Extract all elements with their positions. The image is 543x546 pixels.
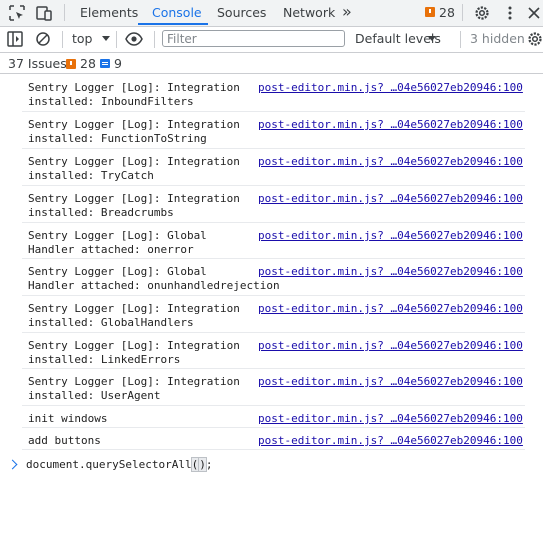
sidebar-toggle-icon[interactable] bbox=[6, 30, 24, 48]
prompt-chevron-icon bbox=[7, 459, 18, 470]
message-source-link[interactable]: post-editor.min.js? …04e56027eb20946:100 bbox=[258, 265, 523, 279]
console-output: Sentry Logger [Log]: Integration install… bbox=[0, 74, 543, 546]
console-message: Sentry Logger [Log]: Integration install… bbox=[22, 368, 525, 406]
prompt-semicolon: ; bbox=[205, 458, 213, 471]
devtools-tabbar: Elements Console Sources Network » 28 bbox=[0, 0, 543, 27]
console-message: Sentry Logger [Log]: Integration install… bbox=[22, 185, 525, 223]
tabbar-divider bbox=[64, 4, 65, 21]
message-text: Sentry Logger [Log]: Integration install… bbox=[28, 192, 240, 219]
console-message: Sentry Logger [Log]: Integration install… bbox=[22, 74, 525, 112]
message-source-link[interactable]: post-editor.min.js? …04e56027eb20946:100 bbox=[258, 339, 523, 353]
warning-issues-count: 28 bbox=[80, 56, 96, 71]
message-source-link[interactable]: post-editor.min.js? …04e56027eb20946:100 bbox=[258, 155, 523, 169]
clear-console-icon[interactable] bbox=[34, 30, 52, 48]
message-source-link[interactable]: post-editor.min.js? …04e56027eb20946:100 bbox=[258, 434, 523, 448]
tab-sources[interactable]: Sources bbox=[217, 5, 266, 20]
console-message: Sentry Logger [Log]: Integration install… bbox=[22, 111, 525, 149]
tab-console[interactable]: Console bbox=[152, 5, 202, 20]
filter-input[interactable] bbox=[162, 30, 345, 47]
warning-icon bbox=[425, 7, 435, 17]
live-expression-eye-icon[interactable] bbox=[125, 30, 143, 48]
info-message-icon bbox=[100, 59, 110, 68]
toolbar-divider bbox=[62, 31, 63, 48]
message-source-link[interactable]: post-editor.min.js? …04e56027eb20946:100 bbox=[258, 412, 523, 426]
levels-dropdown-arrow-icon bbox=[428, 36, 436, 41]
toolbar-divider bbox=[116, 31, 117, 48]
tabbar-divider bbox=[462, 4, 463, 21]
console-settings-gear-icon[interactable] bbox=[526, 30, 543, 48]
message-text: Sentry Logger [Log]: Integration install… bbox=[28, 339, 240, 366]
active-tab-indicator bbox=[138, 23, 208, 25]
message-text: Sentry Logger [Log]: Integration install… bbox=[28, 81, 240, 108]
chevron-down-icon bbox=[102, 36, 110, 41]
close-devtools-icon[interactable] bbox=[525, 4, 543, 22]
warning-issue-icon bbox=[66, 59, 76, 69]
info-issues-count: 9 bbox=[114, 56, 122, 71]
message-source-link[interactable]: post-editor.min.js? …04e56027eb20946:100 bbox=[258, 302, 523, 316]
toolbar-divider bbox=[154, 31, 155, 48]
tab-network[interactable]: Network bbox=[283, 5, 335, 20]
console-message: Sentry Logger [Log]: Integration install… bbox=[22, 295, 525, 333]
message-text: Sentry Logger [Log]: Global Handler atta… bbox=[28, 265, 280, 292]
settings-gear-icon[interactable] bbox=[473, 4, 491, 22]
more-options-icon[interactable] bbox=[501, 4, 519, 22]
issues-count-label: 37 Issues: bbox=[8, 56, 71, 71]
message-text: init windows bbox=[28, 412, 108, 425]
prompt-open-paren: ( bbox=[190, 457, 200, 472]
console-message: Sentry Logger [Log]: Global Handler atta… bbox=[22, 258, 525, 296]
message-source-link[interactable]: post-editor.min.js? …04e56027eb20946:100 bbox=[258, 81, 523, 95]
more-tabs-button[interactable]: » bbox=[342, 2, 352, 21]
inspect-element-icon[interactable] bbox=[8, 4, 26, 22]
context-selector[interactable]: top bbox=[72, 31, 92, 46]
message-text: Sentry Logger [Log]: Integration install… bbox=[28, 302, 240, 329]
hidden-messages-count: 3 hidden bbox=[470, 31, 525, 46]
toolbar-divider bbox=[460, 31, 461, 48]
message-text: add buttons bbox=[28, 434, 101, 447]
console-toolbar: top Default levels 3 hidden bbox=[0, 27, 543, 53]
message-text: Sentry Logger [Log]: Global Handler atta… bbox=[28, 229, 207, 256]
console-message: Sentry Logger [Log]: Integration install… bbox=[22, 148, 525, 186]
issues-badge-count: 28 bbox=[439, 5, 455, 20]
prompt-close-paren: ) bbox=[198, 457, 207, 472]
message-source-link[interactable]: post-editor.min.js? …04e56027eb20946:100 bbox=[258, 375, 523, 389]
console-message: Sentry Logger [Log]: Integration install… bbox=[22, 332, 525, 369]
message-source-link[interactable]: post-editor.min.js? …04e56027eb20946:100 bbox=[258, 118, 523, 132]
device-toolbar-icon[interactable] bbox=[35, 4, 53, 22]
tab-elements[interactable]: Elements bbox=[80, 5, 138, 20]
console-message: init windows post-editor.min.js? …04e560… bbox=[22, 405, 525, 428]
console-message: add buttons post-editor.min.js? …04e5602… bbox=[22, 427, 525, 450]
message-text: Sentry Logger [Log]: Integration install… bbox=[28, 118, 240, 145]
issues-bar[interactable]: 37 Issues: 28 9 bbox=[0, 53, 543, 74]
message-source-link[interactable]: post-editor.min.js? …04e56027eb20946:100 bbox=[258, 229, 523, 243]
console-prompt-input[interactable]: document.querySelectorAll(); bbox=[26, 457, 213, 472]
message-source-link[interactable]: post-editor.min.js? …04e56027eb20946:100 bbox=[258, 192, 523, 206]
prompt-code: document.querySelectorAll bbox=[26, 458, 192, 471]
message-text: Sentry Logger [Log]: Integration install… bbox=[28, 155, 240, 182]
message-text: Sentry Logger [Log]: Integration install… bbox=[28, 375, 240, 402]
console-message: Sentry Logger [Log]: Global Handler atta… bbox=[22, 222, 525, 259]
